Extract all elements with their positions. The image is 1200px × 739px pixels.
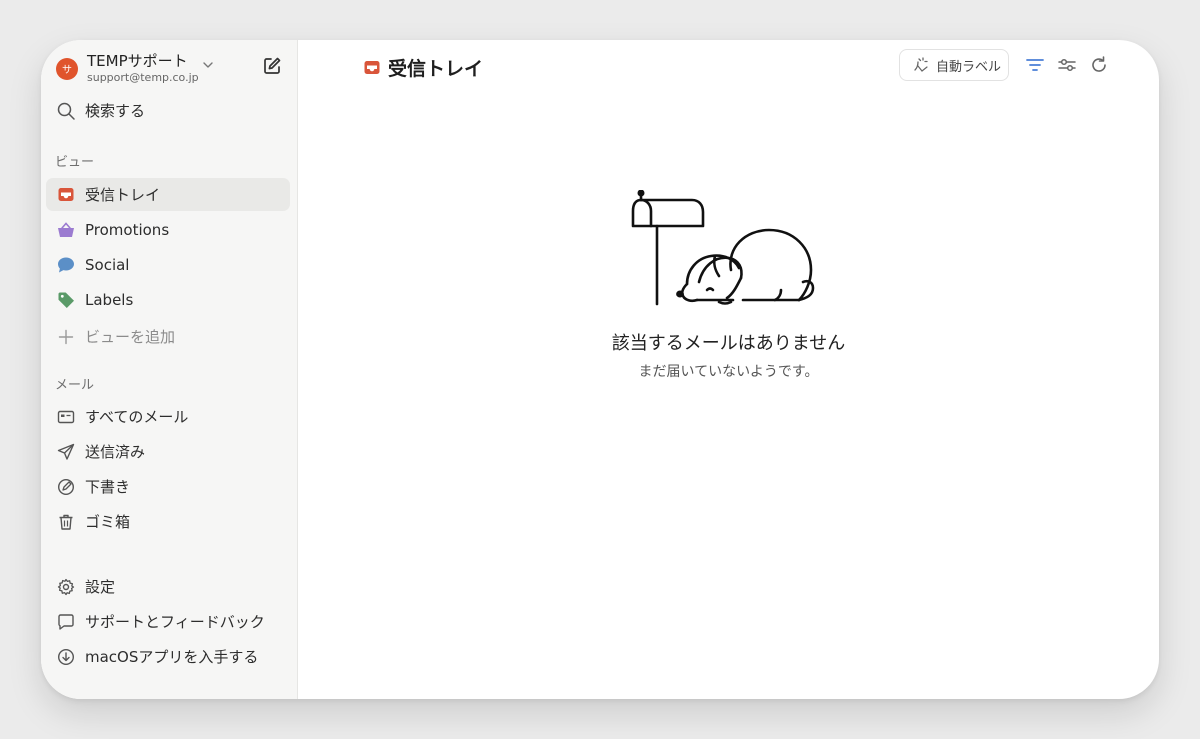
page-header: 受信トレイ: [363, 54, 483, 81]
sidebar-item-label: すべてのメール: [85, 408, 189, 426]
sidebar-item-label: Social: [85, 255, 130, 274]
compose-icon[interactable]: [261, 55, 283, 77]
refresh-icon[interactable]: [1088, 54, 1110, 76]
views-section-label: ビュー: [55, 155, 95, 170]
sidebar-item-label: ゴミ箱: [85, 513, 131, 531]
inbox-icon: [364, 60, 380, 74]
sidebar-item-feedback[interactable]: サポートとフィードバック: [46, 605, 290, 638]
empty-state-title: 該当するメールはありません: [611, 333, 846, 354]
sidebar-item-get-macos-app[interactable]: macOSアプリを入手する: [46, 640, 290, 673]
filter-icon[interactable]: [1024, 54, 1046, 76]
search-label: 検索する: [85, 102, 146, 120]
feedback-icon: [56, 612, 76, 632]
add-view-label: ビューを追加: [85, 328, 176, 346]
all-mail-icon: [56, 407, 76, 427]
sidebar-item-social[interactable]: Social: [46, 248, 290, 281]
account-name: TEMPサポート: [87, 52, 188, 70]
download-icon: [56, 647, 76, 667]
sidebar-item-inbox[interactable]: 受信トレイ: [46, 178, 290, 211]
sidebar-item-label: Labels: [85, 290, 134, 309]
search-button[interactable]: 検索する: [46, 94, 290, 127]
account-email: support@temp.co.jp: [87, 71, 199, 84]
sidebar-item-sent[interactable]: 送信済み: [46, 435, 290, 468]
auto-label-icon: [914, 57, 928, 72]
inbox-icon: [56, 185, 76, 205]
trash-icon: [56, 512, 76, 532]
app-window: サ TEMPサポート support@temp.co.jp 検索する ビュー 受…: [41, 40, 1159, 699]
sidebar-item-labels[interactable]: Labels: [46, 283, 290, 316]
search-icon: [56, 101, 76, 121]
empty-state: 該当するメールはありません まだ届いていないようです。: [298, 190, 1159, 381]
sidebar-item-label: 下書き: [85, 478, 131, 496]
auto-label-button[interactable]: 自動ラベル: [899, 49, 1009, 81]
sidebar-item-label: サポートとフィードバック: [85, 613, 265, 631]
sidebar-item-drafts[interactable]: 下書き: [46, 470, 290, 503]
mail-section-label: メール: [55, 378, 95, 393]
plus-icon: [56, 327, 76, 347]
add-view-button[interactable]: ビューを追加: [46, 320, 290, 353]
sidebar-item-promotions[interactable]: Promotions: [46, 213, 290, 246]
sidebar-item-settings[interactable]: 設定: [46, 570, 290, 603]
gear-icon: [56, 577, 76, 597]
sidebar-item-label: macOSアプリを入手する: [85, 648, 259, 666]
chevron-down-icon[interactable]: [201, 58, 215, 72]
basket-icon: [56, 220, 76, 240]
tag-icon: [56, 290, 76, 310]
page-title: 受信トレイ: [388, 58, 484, 80]
send-icon: [56, 442, 76, 462]
sidebar-item-label: Promotions: [85, 220, 170, 239]
mailbox-dog-illustration: [631, 190, 814, 306]
sidebar-item-label: 受信トレイ: [85, 186, 161, 204]
sidebar: サ TEMPサポート support@temp.co.jp 検索する ビュー 受…: [41, 40, 298, 699]
account-switcher[interactable]: サ TEMPサポート support@temp.co.jp: [56, 52, 199, 85]
draft-icon: [56, 477, 76, 497]
chat-bubble-icon: [56, 255, 76, 275]
sidebar-item-label: 設定: [85, 578, 116, 596]
empty-state-subtitle: まだ届いていないようです。: [638, 364, 819, 380]
auto-label-text: 自動ラベル: [936, 59, 1002, 75]
sidebar-item-label: 送信済み: [85, 443, 146, 461]
sidebar-item-trash[interactable]: ゴミ箱: [46, 505, 290, 538]
sidebar-item-all-mail[interactable]: すべてのメール: [46, 400, 290, 433]
sliders-icon[interactable]: [1056, 54, 1078, 76]
main-pane: 受信トレイ 自動ラベル 該当するメールはありません まだ届いていないようです。: [298, 40, 1159, 699]
avatar: サ: [56, 57, 78, 80]
